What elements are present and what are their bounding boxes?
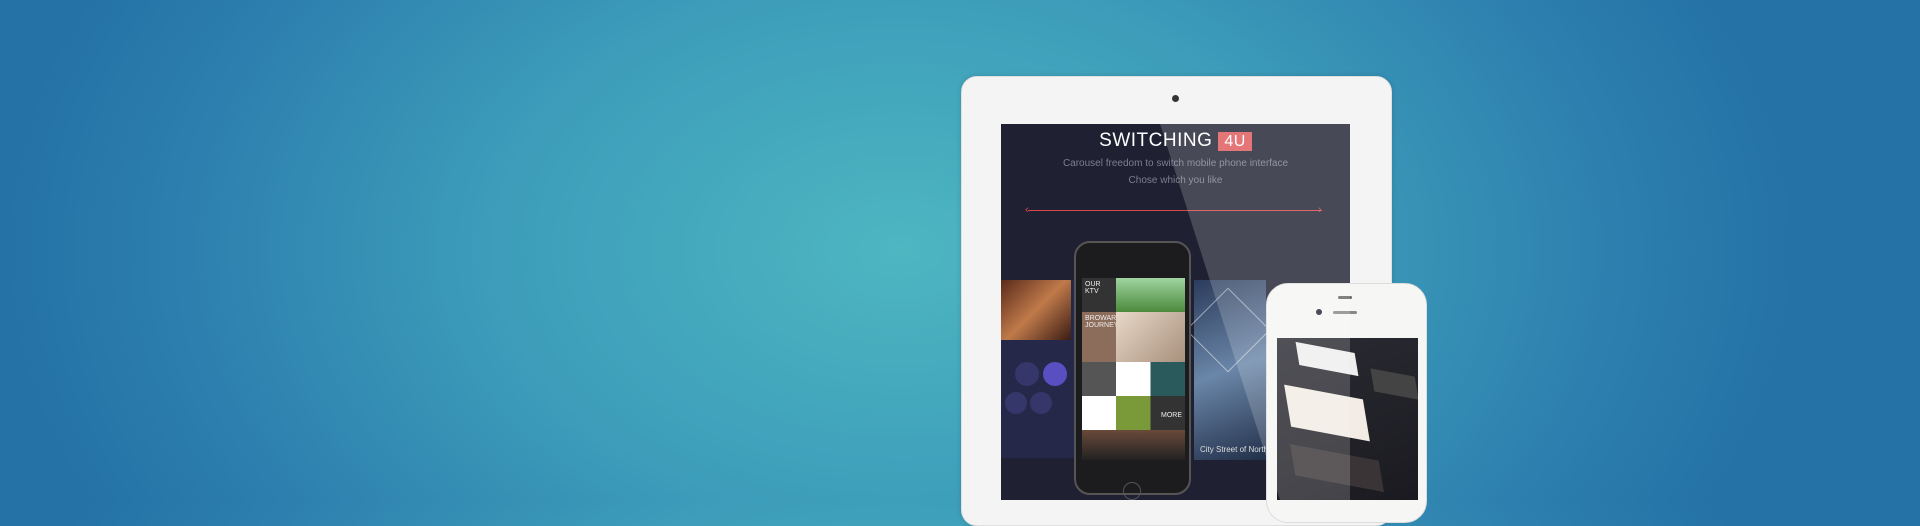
tile-photo-2 [1116, 362, 1185, 396]
menu-circle-active [1043, 362, 1067, 386]
tile-bw [1082, 362, 1116, 396]
tile-portrait [1116, 312, 1185, 362]
arrow-left-icon[interactable]: ‹ [1025, 205, 1029, 216]
left-screen-photo [1001, 280, 1071, 340]
tile-hair [1082, 430, 1185, 460]
right-screen-caption: City Street of North [1200, 445, 1269, 454]
black-iphone-screen: OUR KTV BROWARD JOURNEY MORE [1082, 278, 1185, 460]
app-card [1370, 368, 1418, 400]
menu-circle [1030, 392, 1052, 414]
ipad-camera [1172, 95, 1179, 102]
tile-ktv: OUR KTV [1082, 278, 1116, 312]
menu-circle [1005, 392, 1027, 414]
tile-text [1082, 396, 1116, 430]
home-button [1123, 482, 1141, 500]
menu-circle [1015, 362, 1039, 386]
tile-more: MORE [1116, 396, 1185, 430]
tile-photo [1116, 278, 1185, 312]
tile-journey: BROWARD JOURNEY [1082, 312, 1116, 362]
